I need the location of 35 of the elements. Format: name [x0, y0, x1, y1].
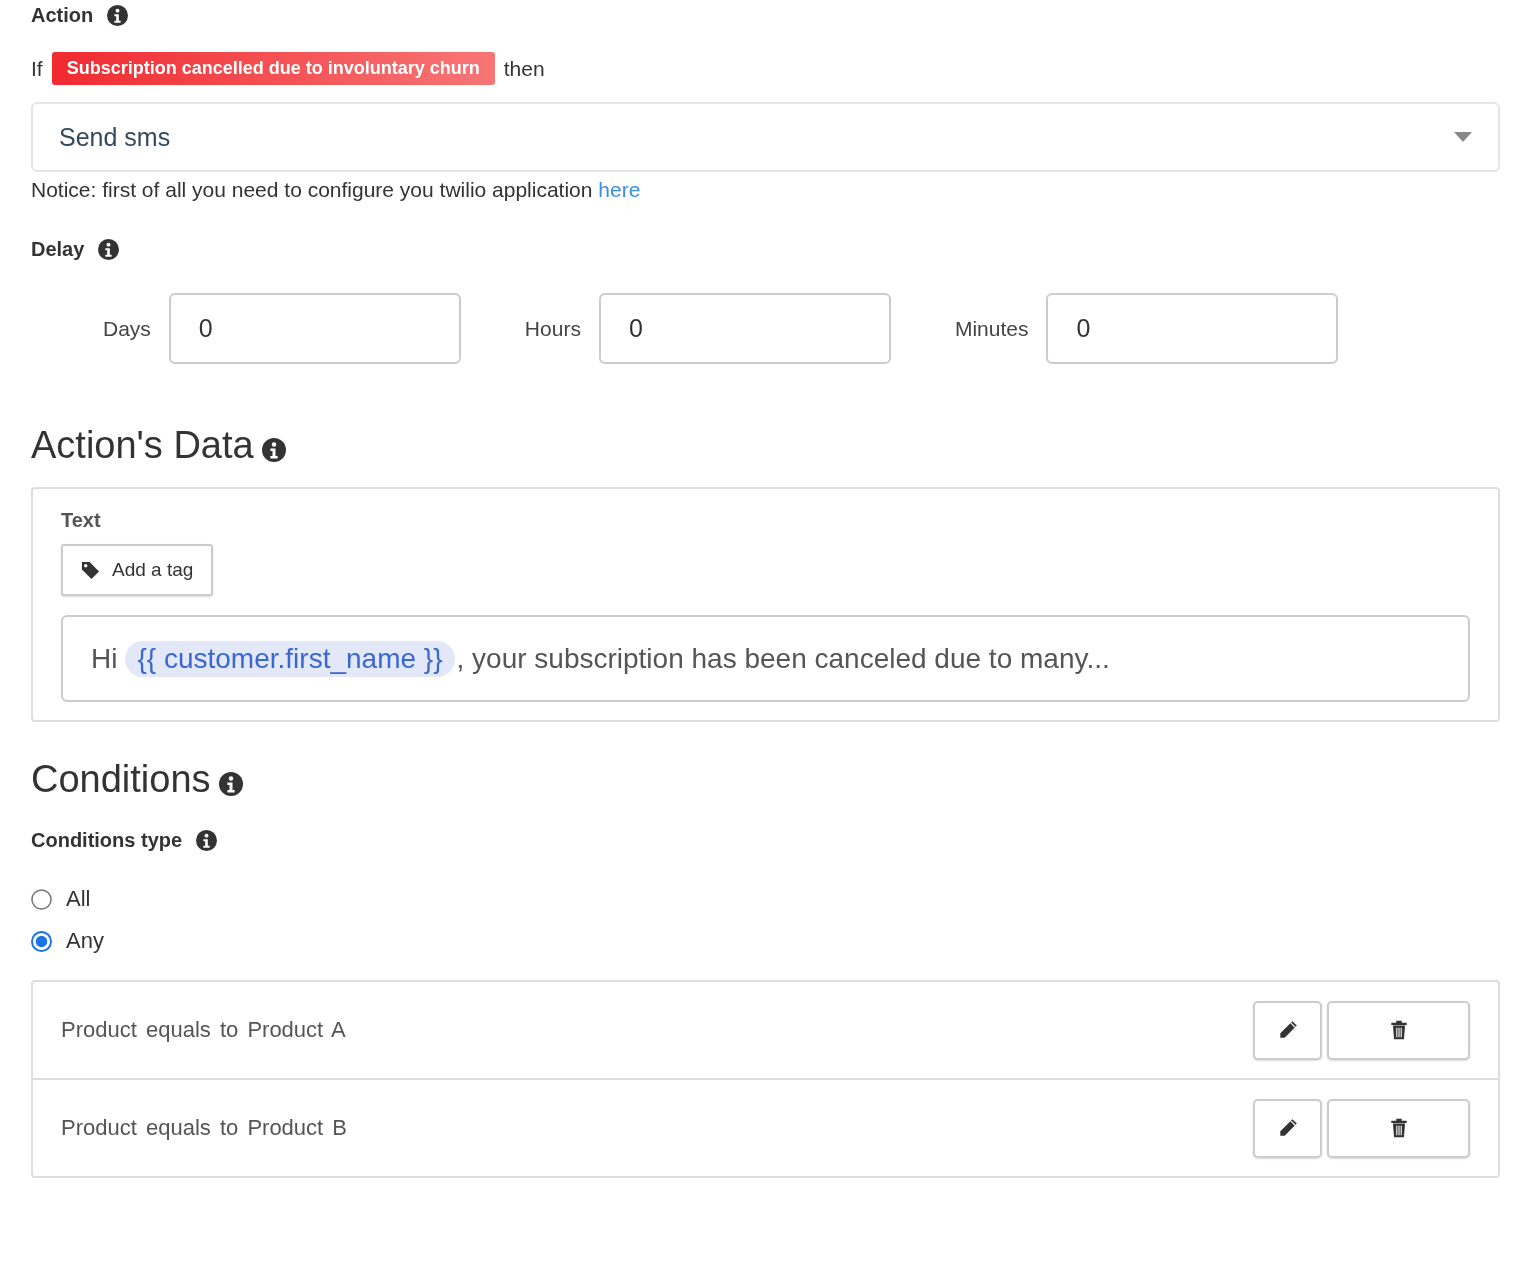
section-heading: Conditions	[31, 758, 211, 801]
if-label: If	[31, 56, 43, 81]
notice-text: Notice: first of all you need to configure you twilio application here	[31, 178, 642, 202]
section-label: Conditions type	[31, 829, 183, 852]
action-select[interactable]: Send sms	[31, 102, 1500, 172]
radio-button[interactable]	[31, 888, 52, 910]
tag-icon	[81, 560, 100, 580]
variable-tag[interactable]: {{ customer.first_name }}	[125, 640, 455, 677]
field-label: Text	[61, 509, 102, 532]
add-tag-button[interactable]: Add a tag	[61, 544, 214, 596]
section-heading: Action's Data	[31, 424, 254, 467]
info-icon[interactable]	[98, 239, 120, 260]
section-label: Delay	[31, 238, 85, 261]
section-label: Action	[31, 4, 94, 27]
field-label: Days	[103, 316, 151, 341]
caret-icon	[1454, 132, 1472, 142]
condition-text: Product equals to Product A	[61, 1017, 346, 1043]
radio-option[interactable]: Any	[31, 928, 1500, 954]
trigger-badge: Subscription cancelled due to involuntary churn	[51, 52, 495, 85]
info-icon[interactable]	[107, 5, 129, 26]
field-label: Hours	[524, 316, 581, 341]
info-icon[interactable]	[261, 437, 286, 462]
message-field[interactable]: Hi {{ customer.first_name }} , your subscription has been canceled due to many...	[61, 615, 1470, 702]
edit-button[interactable]	[1253, 1098, 1322, 1158]
then-label: then	[503, 56, 545, 81]
number-field[interactable]: 0	[598, 293, 891, 364]
number-field[interactable]: 0	[1046, 293, 1339, 364]
info-icon[interactable]	[196, 830, 218, 851]
edit-button[interactable]	[1253, 1000, 1322, 1060]
radio-button[interactable]	[31, 930, 52, 952]
radio-option[interactable]: All	[31, 886, 1500, 912]
field-label: Minutes	[954, 316, 1029, 341]
condition-text: Product equals to Product B	[61, 1115, 347, 1141]
info-icon[interactable]	[218, 771, 243, 796]
number-field[interactable]: 0	[168, 293, 461, 364]
